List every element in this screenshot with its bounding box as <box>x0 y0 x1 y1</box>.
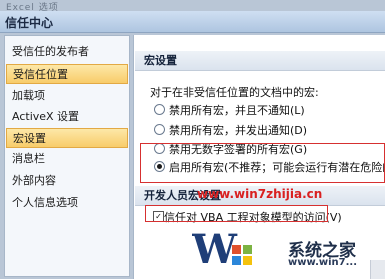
svg-text:W: W <box>192 226 238 271</box>
macro-option-label: 禁用所有宏，并且不通知(L) <box>169 104 305 117</box>
radio-icon[interactable] <box>154 124 165 135</box>
trust-center-window: Excel 选项 信任中心 受信任的发布者 受信任位置 加载项 ActiveX … <box>0 0 385 279</box>
sidebar-item-message-bar[interactable]: 消息栏 <box>6 149 128 169</box>
sidebar-item-activex[interactable]: ActiveX 设置 <box>6 107 128 127</box>
macro-option-label: 禁用所有宏，并发出通知(D) <box>169 124 308 137</box>
background-window-title: Excel 选项 <box>6 3 59 13</box>
watermark-url: www.win7zhijia.cn <box>197 187 323 201</box>
highlight-box <box>140 143 385 183</box>
sidebar: 受信任的发布者 受信任位置 加载项 ActiveX 设置 宏设置 消息栏 外部内… <box>4 35 130 277</box>
window-title: 信任中心 <box>5 16 54 30</box>
watermark-logo-site: www.win7... <box>288 257 358 268</box>
windows-logo-icon: W <box>192 226 252 271</box>
macro-settings-description: 对于在非受信任位置的文档中的宏: <box>150 86 319 99</box>
sidebar-item-privacy-options[interactable]: 个人信息选项 <box>6 193 128 213</box>
title-bar: 信任中心 <box>0 11 385 33</box>
sidebar-item-macro-settings[interactable]: 宏设置 <box>6 128 128 148</box>
sidebar-item-addins[interactable]: 加载项 <box>6 86 128 106</box>
scrollbar[interactable] <box>370 260 385 279</box>
sidebar-item-trusted-locations[interactable]: 受信任位置 <box>6 64 128 84</box>
sidebar-item-external-content[interactable]: 外部内容 <box>6 171 128 191</box>
highlight-box <box>145 205 328 222</box>
macro-settings-heading: 宏设置 <box>135 51 385 71</box>
radio-icon[interactable] <box>154 104 165 115</box>
sidebar-item-trusted-publishers[interactable]: 受信任的发布者 <box>6 42 128 62</box>
